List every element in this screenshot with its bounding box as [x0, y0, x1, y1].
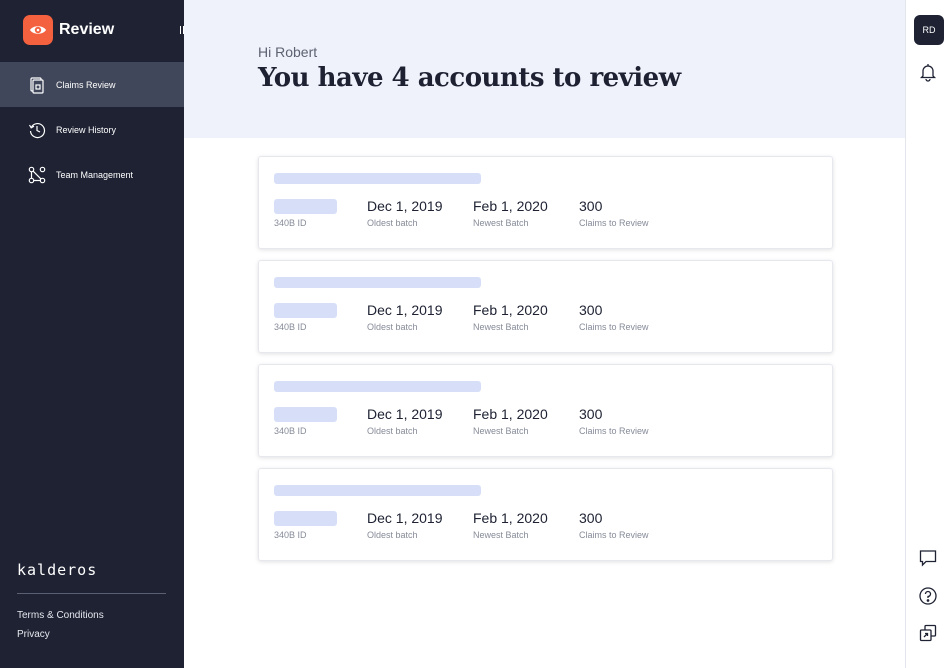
eye-logo-icon: [23, 15, 53, 45]
account-name-placeholder: [274, 277, 481, 288]
sidebar-item-label: Team Management: [56, 169, 134, 180]
sidebar-item-claims-review[interactable]: Claims Review: [0, 62, 184, 107]
sidebar-nav: Claims Review Review History Team Manage…: [0, 62, 184, 197]
oldest-batch-value: Dec 1, 2019: [367, 510, 443, 526]
newest-batch-label: Newest Batch: [473, 322, 529, 332]
account-card[interactable]: 340B ID Dec 1, 2019 Oldest batch Feb 1, …: [258, 260, 833, 353]
privacy-link[interactable]: Privacy: [17, 629, 50, 640]
claims-count-value: 300: [579, 510, 603, 526]
oldest-batch-label: Oldest batch: [367, 218, 418, 228]
oldest-batch-label: Oldest batch: [367, 322, 418, 332]
pause-bar-icon: [180, 26, 181, 34]
claims-count-label: Claims to Review: [579, 218, 649, 228]
page-title: You have 4 accounts to review: [258, 63, 681, 93]
right-rail: RD: [905, 0, 950, 668]
copy-windows-icon[interactable]: [918, 623, 938, 643]
company-logo-text: kalderos: [17, 561, 98, 579]
terms-link[interactable]: Terms & Conditions: [17, 610, 104, 621]
page-header: Hi Robert You have 4 accounts to review: [184, 0, 905, 138]
brand[interactable]: Review: [23, 15, 114, 45]
newest-batch-label: Newest Batch: [473, 218, 529, 228]
bell-icon[interactable]: [918, 62, 938, 82]
newest-batch-value: Feb 1, 2020: [473, 406, 548, 422]
claims-count-value: 300: [579, 198, 603, 214]
account-name-placeholder: [274, 173, 481, 184]
history-clock-icon: [28, 122, 46, 138]
oldest-batch-value: Dec 1, 2019: [367, 406, 443, 422]
sidebar: Review Claims Review Review History Team…: [0, 0, 190, 668]
claims-count-value: 300: [579, 302, 603, 318]
oldest-batch-value: Dec 1, 2019: [367, 198, 443, 214]
account-id-placeholder: [274, 511, 337, 526]
accounts-list: 340B ID Dec 1, 2019 Oldest batch Feb 1, …: [258, 156, 833, 572]
sidebar-item-review-history[interactable]: Review History: [0, 107, 184, 152]
help-icon[interactable]: [918, 586, 938, 606]
account-card[interactable]: 340B ID Dec 1, 2019 Oldest batch Feb 1, …: [258, 468, 833, 561]
claims-document-icon: [30, 76, 44, 94]
oldest-batch-label: Oldest batch: [367, 426, 418, 436]
newest-batch-value: Feb 1, 2020: [473, 198, 548, 214]
sidebar-item-label: Claims Review: [56, 79, 116, 90]
id-label: 340B ID: [274, 426, 307, 436]
newest-batch-label: Newest Batch: [473, 426, 529, 436]
claims-count-label: Claims to Review: [579, 426, 649, 436]
user-avatar[interactable]: RD: [914, 15, 944, 45]
newest-batch-value: Feb 1, 2020: [473, 302, 548, 318]
claims-count-value: 300: [579, 406, 603, 422]
team-network-icon: [28, 166, 46, 183]
account-id-placeholder: [274, 303, 337, 318]
account-name-placeholder: [274, 381, 481, 392]
account-name-placeholder: [274, 485, 481, 496]
sidebar-item-label: Review History: [56, 124, 117, 135]
account-id-placeholder: [274, 199, 337, 214]
sidebar-divider: [17, 593, 166, 594]
newest-batch-value: Feb 1, 2020: [473, 510, 548, 526]
oldest-batch-label: Oldest batch: [367, 530, 418, 540]
account-card[interactable]: 340B ID Dec 1, 2019 Oldest batch Feb 1, …: [258, 156, 833, 249]
claims-count-label: Claims to Review: [579, 322, 649, 332]
brand-name: Review: [59, 21, 115, 38]
greeting: Hi Robert: [258, 44, 318, 60]
sidebar-item-team-management[interactable]: Team Management: [0, 152, 184, 197]
id-label: 340B ID: [274, 530, 307, 540]
claims-count-label: Claims to Review: [579, 530, 649, 540]
id-label: 340B ID: [274, 218, 307, 228]
oldest-batch-value: Dec 1, 2019: [367, 302, 443, 318]
account-card[interactable]: 340B ID Dec 1, 2019 Oldest batch Feb 1, …: [258, 364, 833, 457]
account-id-placeholder: [274, 407, 337, 422]
id-label: 340B ID: [274, 322, 307, 332]
newest-batch-label: Newest Batch: [473, 530, 529, 540]
chat-icon[interactable]: [918, 548, 938, 568]
